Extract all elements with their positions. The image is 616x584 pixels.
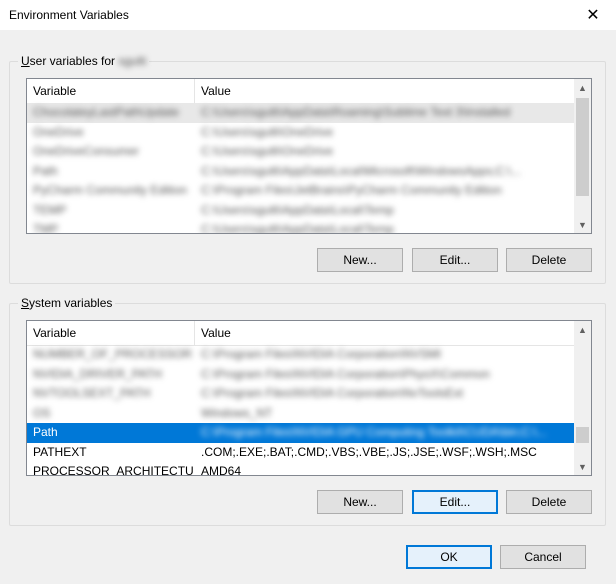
user-variables-list[interactable]: Variable Value ChocolateyLastPathUpdate C… xyxy=(26,78,592,234)
table-row[interactable]: ChocolateyLastPathUpdate C:\Users\sgulti\… xyxy=(27,103,574,123)
system-delete-button[interactable]: Delete xyxy=(506,490,592,514)
table-row[interactable]: NVIDIA_DRIVER_PATH C:\Program Files\NVIDI… xyxy=(27,365,574,385)
scroll-down-icon[interactable]: ▼ xyxy=(574,216,591,233)
table-row[interactable]: Path C:\Users\sgulti\AppData\Local\Micros… xyxy=(27,162,574,182)
list-header: Variable Value xyxy=(27,321,574,346)
user-edit-button[interactable]: Edit... xyxy=(412,248,498,272)
column-header-value[interactable]: Value xyxy=(195,321,574,345)
column-header-variable[interactable]: Variable xyxy=(27,79,195,103)
system-variables-list[interactable]: Variable Value NUMBER_OF_PROCESSORS C:\Pr… xyxy=(26,320,592,476)
table-row-selected[interactable]: Path C:\Program Files\NVIDIA GPU Computin… xyxy=(27,423,574,443)
scroll-down-icon[interactable]: ▼ xyxy=(574,458,591,475)
table-row[interactable]: OneDrive C:\Users\sgulti\OneDrive xyxy=(27,123,574,143)
window-title: Environment Variables xyxy=(9,8,129,22)
user-variables-label: User variables for sgulti xyxy=(18,54,150,68)
ok-button[interactable]: OK xyxy=(406,545,492,569)
title-bar: Environment Variables ✕ xyxy=(0,0,616,30)
column-header-variable[interactable]: Variable xyxy=(27,321,195,345)
table-row[interactable]: OneDriveConsumer C:\Users\sgulti\OneDrive xyxy=(27,142,574,162)
table-row[interactable]: TEMP C:\Users\sgulti\AppData\Local\Temp xyxy=(27,201,574,221)
user-variables-rows: ChocolateyLastPathUpdate C:\Users\sgulti\… xyxy=(27,103,574,233)
scroll-up-icon[interactable]: ▲ xyxy=(574,321,591,338)
list-header: Variable Value xyxy=(27,79,574,104)
table-row[interactable]: PATHEXT .COM;.EXE;.BAT;.CMD;.VBS;.VBE;.JS… xyxy=(27,443,574,463)
close-icon[interactable]: ✕ xyxy=(570,0,616,30)
scroll-thumb[interactable] xyxy=(576,98,589,196)
system-edit-button[interactable]: Edit... xyxy=(412,490,498,514)
vertical-scrollbar[interactable]: ▲ ▼ xyxy=(574,79,591,233)
scroll-thumb[interactable] xyxy=(576,427,589,443)
user-new-button[interactable]: New... xyxy=(317,248,403,272)
table-row[interactable]: PROCESSOR_ARCHITECTURE AMD64 xyxy=(27,462,574,475)
column-header-value[interactable]: Value xyxy=(195,79,574,103)
user-delete-button[interactable]: Delete xyxy=(506,248,592,272)
table-row[interactable]: PyCharm Community Edition C:\Program File… xyxy=(27,181,574,201)
dialog-body: User variables for sgulti Variable Value… xyxy=(0,30,616,584)
table-row[interactable]: TMP C:\Users\sgulti\AppData\Local\Temp xyxy=(27,220,574,233)
system-variables-rows: NUMBER_OF_PROCESSORS C:\Program Files\NVI… xyxy=(27,345,574,475)
table-row[interactable]: NVTOOLSEXT_PATH C:\Program Files\NVIDIA C… xyxy=(27,384,574,404)
table-row[interactable]: OS Windows_NT xyxy=(27,404,574,424)
cancel-button[interactable]: Cancel xyxy=(500,545,586,569)
system-variables-label: System variables xyxy=(18,296,116,310)
vertical-scrollbar[interactable]: ▲ ▼ xyxy=(574,321,591,475)
system-new-button[interactable]: New... xyxy=(317,490,403,514)
scroll-up-icon[interactable]: ▲ xyxy=(574,79,591,96)
table-row[interactable]: NUMBER_OF_PROCESSORS C:\Program Files\NVI… xyxy=(27,345,574,365)
